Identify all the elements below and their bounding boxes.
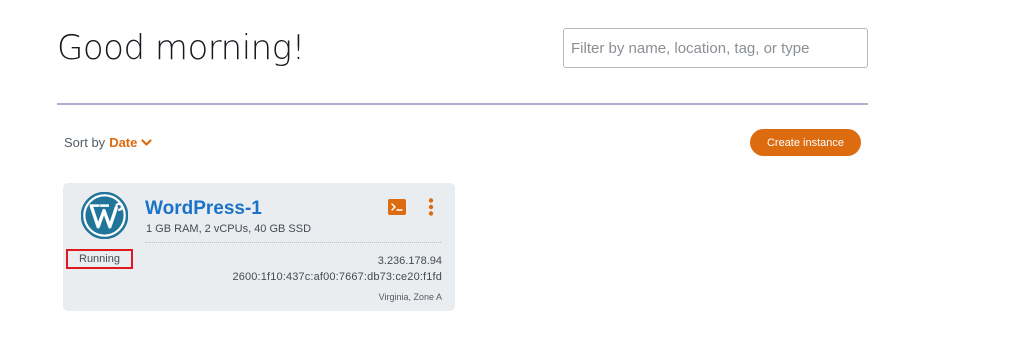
instance-card: WordPress-1 1 GB RAM, 2 vCPUs, 40 GB SSD… xyxy=(63,183,455,311)
search-box[interactable] xyxy=(563,28,868,68)
sort-control: Sort by Date xyxy=(64,135,152,150)
status-badge: Running xyxy=(66,249,133,269)
kebab-menu-icon[interactable] xyxy=(424,197,438,217)
instance-location: Virginia, Zone A xyxy=(378,292,442,302)
wordpress-logo-icon xyxy=(80,191,129,240)
page: Good morning! Sort by Date Create instan… xyxy=(0,0,1024,352)
chevron-down-icon xyxy=(141,135,152,150)
page-title: Good morning! xyxy=(57,28,305,68)
public-ipv4: 3.236.178.94 xyxy=(377,255,442,267)
sort-label: Sort by xyxy=(64,135,106,150)
sort-dropdown[interactable]: Date xyxy=(109,135,152,150)
instance-name-link[interactable]: WordPress-1 xyxy=(145,197,262,221)
create-instance-button[interactable]: Create instance xyxy=(750,129,861,156)
terminal-icon[interactable] xyxy=(388,199,406,215)
header-divider xyxy=(57,103,868,105)
search-input[interactable] xyxy=(564,29,867,67)
instance-spec: 1 GB RAM, 2 vCPUs, 40 GB SSD xyxy=(146,223,312,235)
sort-value: Date xyxy=(109,135,138,150)
card-divider xyxy=(145,242,441,243)
public-ipv6: 2600:1f10:437c:af00:7667:db73:ce20:f1fd xyxy=(232,271,442,283)
